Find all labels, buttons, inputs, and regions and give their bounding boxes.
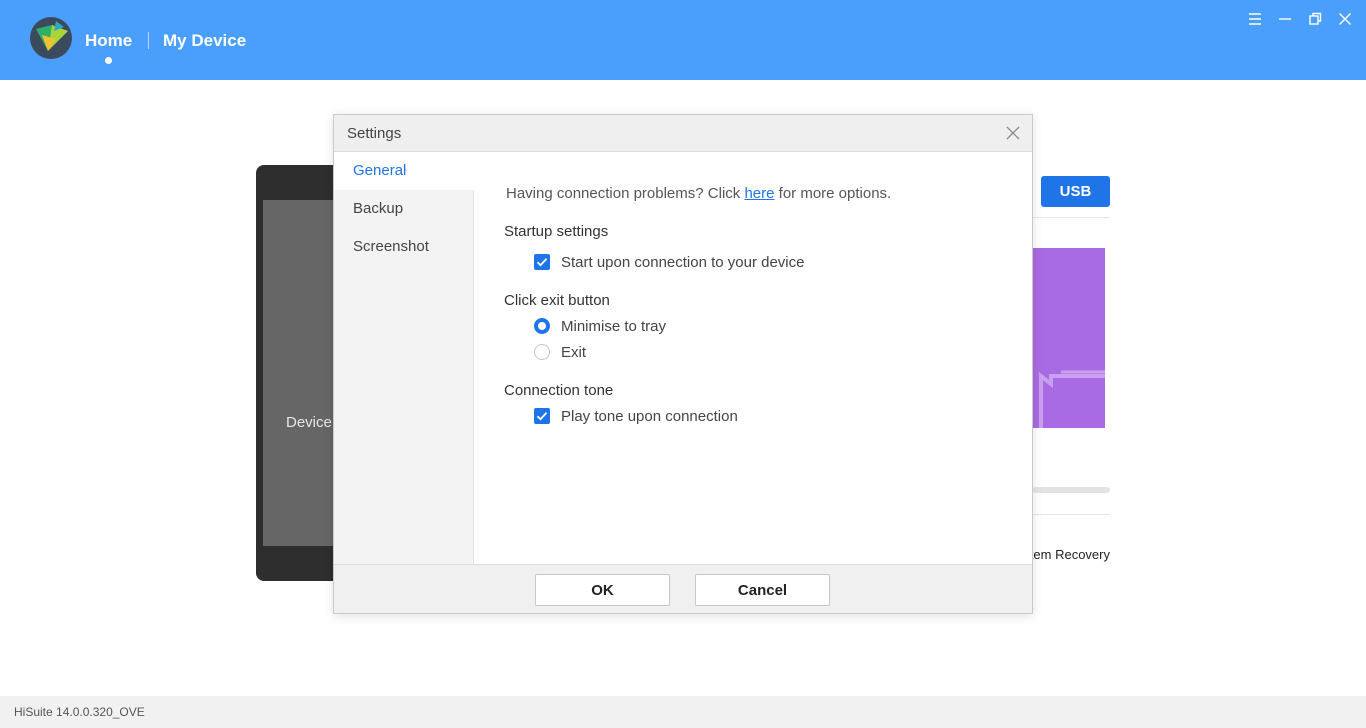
divider — [1033, 217, 1110, 218]
play-tone-label: Play tone upon connection — [561, 407, 738, 425]
hisuite-logo — [30, 17, 72, 59]
version-label: HiSuite 14.0.0.320_OVE — [14, 705, 145, 719]
nav-divider — [148, 32, 149, 49]
startup-settings-heading: Startup settings — [504, 223, 609, 240]
start-upon-connection-option: Start upon connection to your device — [534, 253, 805, 271]
menu-icon[interactable] — [1246, 10, 1264, 28]
nav-my-device[interactable]: My Device — [163, 31, 246, 51]
exit-option: Exit — [534, 343, 586, 361]
close-window-icon[interactable] — [1336, 10, 1354, 28]
help-text-suffix: for more options. — [774, 185, 892, 202]
title-bar: Home My Device — [0, 0, 1366, 80]
progress-bar — [1033, 487, 1110, 493]
sidebar-item-backup[interactable]: Backup — [334, 190, 474, 228]
click-exit-heading: Click exit button — [504, 292, 610, 309]
sidebar-item-screenshot[interactable]: Screenshot — [334, 228, 474, 266]
connection-tone-heading: Connection tone — [504, 382, 614, 399]
minimize-icon[interactable] — [1276, 10, 1294, 28]
sidebar-item-general[interactable]: General — [334, 152, 475, 190]
minimise-to-tray-option: Minimise to tray — [534, 317, 666, 335]
exit-radio[interactable] — [534, 344, 550, 360]
cancel-button[interactable]: Cancel — [695, 574, 830, 606]
help-text-prefix: Having connection problems? Click — [506, 185, 745, 202]
ok-button[interactable]: OK — [535, 574, 670, 606]
start-upon-connection-label: Start upon connection to your device — [561, 253, 805, 271]
minimise-to-tray-radio[interactable] — [534, 318, 550, 334]
status-bar: HiSuite 14.0.0.320_OVE — [0, 696, 1366, 728]
dialog-footer: OK Cancel — [334, 564, 1032, 613]
connection-help-text: Having connection problems? Click here f… — [506, 185, 891, 202]
start-upon-connection-checkbox[interactable] — [534, 254, 550, 270]
active-tab-indicator — [105, 57, 112, 64]
device-label: Device — [286, 414, 332, 431]
usb-button[interactable]: USB — [1041, 176, 1110, 207]
here-link[interactable]: here — [744, 185, 774, 202]
restore-icon[interactable] — [1306, 10, 1324, 28]
play-tone-option: Play tone upon connection — [534, 407, 738, 425]
minimise-to-tray-label: Minimise to tray — [561, 317, 667, 335]
dialog-title-bar: Settings — [334, 115, 1032, 152]
device-screen — [263, 200, 343, 546]
nav-home[interactable]: Home — [85, 31, 132, 51]
divider — [1033, 514, 1110, 515]
settings-sidebar: General Backup Screenshot — [334, 152, 475, 564]
dialog-title: Settings — [347, 125, 402, 142]
close-icon[interactable] — [1005, 125, 1021, 141]
exit-label: Exit — [561, 343, 587, 361]
feature-banner — [1033, 248, 1105, 428]
settings-dialog: Settings General Backup Screenshot Havin… — [333, 114, 1033, 614]
play-tone-checkbox[interactable] — [534, 408, 550, 424]
